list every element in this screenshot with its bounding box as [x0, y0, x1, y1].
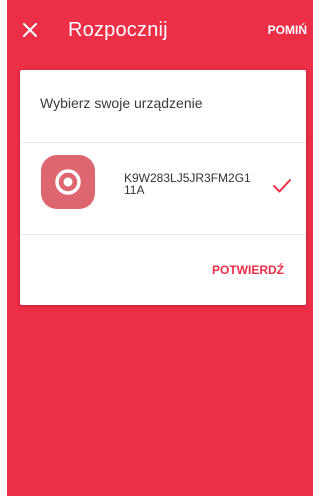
app-bar: Rozpocznij POMIŃ [7, 0, 313, 60]
card-heading: Wybierz swoje urządzenie [40, 95, 203, 111]
onboarding-screen: Rozpocznij POMIŃ Wybierz swoje urządzeni… [7, 0, 313, 496]
divider-bottom [20, 234, 306, 235]
device-name: K9W283LJ5JR3FM2G111A [124, 171, 251, 197]
checkmark-icon [273, 179, 291, 193]
skip-button[interactable]: POMIŃ [268, 22, 307, 38]
close-icon [23, 23, 37, 37]
device-icon-tile [41, 155, 95, 209]
confirm-button[interactable]: POTWIERDŹ [212, 262, 284, 278]
device-list-item[interactable]: K9W283LJ5JR3FM2G111A [20, 142, 306, 234]
target-icon [55, 169, 81, 195]
page-title: Rozpocznij [68, 19, 168, 41]
close-button[interactable] [20, 20, 40, 40]
device-selection-card: Wybierz swoje urządzenie K9W283LJ5JR3FM2… [20, 70, 306, 305]
